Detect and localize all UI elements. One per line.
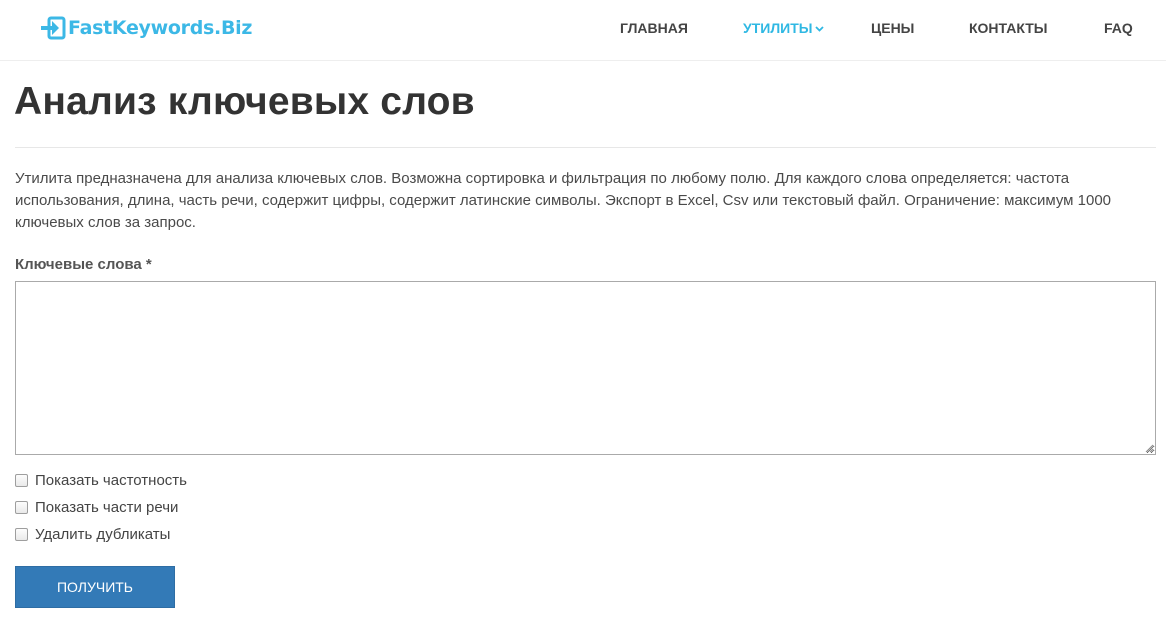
option-show-parts-of-speech[interactable]: Показать части речи: [15, 499, 178, 516]
nav-item-utilities-label: Утилиты: [743, 20, 813, 36]
site-logo[interactable]: FastKeywords.Biz: [40, 14, 252, 42]
logo-text: FastKeywords.Biz: [68, 17, 253, 39]
option-label: Показать части речи: [35, 499, 179, 516]
title-divider: [15, 147, 1156, 148]
nav-item-contacts[interactable]: Контакты: [969, 20, 1047, 36]
nav-item-utilities[interactable]: Утилиты: [743, 20, 825, 36]
nav-item-faq[interactable]: FAQ: [1104, 20, 1133, 36]
login-arrow-icon: [41, 16, 66, 40]
tool-description: Утилита предназначена для анализа ключев…: [15, 170, 1112, 231]
site-header: FastKeywords.Biz Главная Утилиты Цены Ко…: [0, 0, 1166, 61]
nav-item-home[interactable]: Главная: [620, 20, 688, 36]
option-show-frequency[interactable]: Показать частотность: [15, 472, 187, 489]
keywords-textarea[interactable]: [15, 281, 1156, 455]
option-label: Показать частотность: [35, 472, 187, 489]
page-title: Анализ ключевых слов: [14, 80, 475, 123]
option-label: Удалить дубликаты: [35, 526, 171, 543]
nav-item-prices[interactable]: Цены: [871, 20, 914, 36]
checkbox-remove-duplicates[interactable]: [15, 528, 28, 541]
keywords-label: Ключевые слова *: [15, 256, 152, 273]
option-remove-duplicates[interactable]: Удалить дубликаты: [15, 526, 170, 543]
checkbox-show-frequency[interactable]: [15, 474, 28, 487]
chevron-down-icon: [815, 26, 825, 32]
checkbox-show-parts-of-speech[interactable]: [15, 501, 28, 514]
submit-button[interactable]: Получить: [15, 566, 175, 608]
